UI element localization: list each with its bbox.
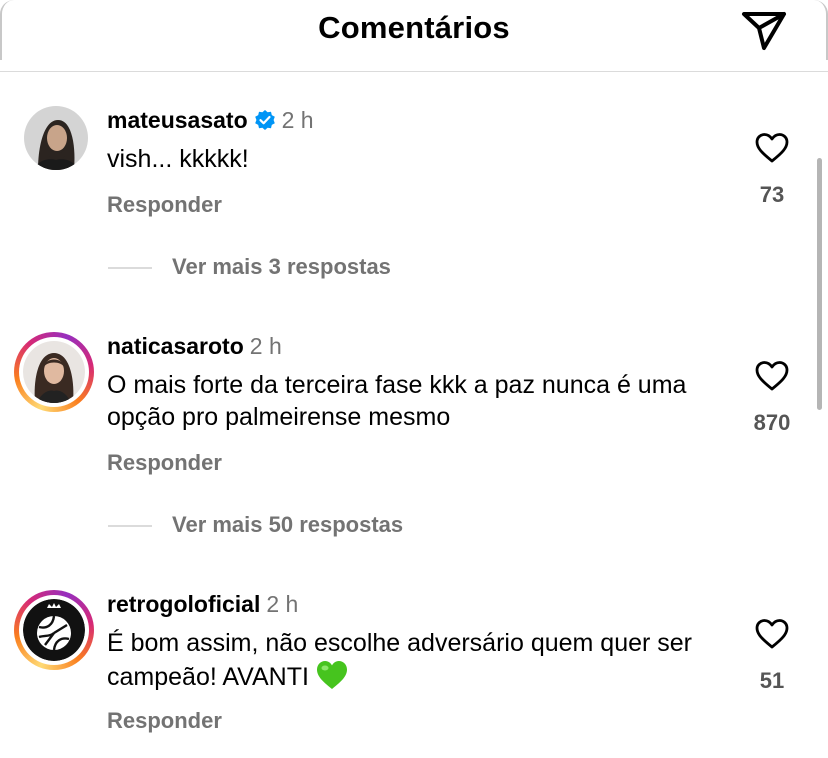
replies-divider (108, 267, 152, 270)
avatar-photo (23, 341, 85, 403)
like-count: 870 (753, 410, 791, 435)
reply-button[interactable]: Responder (107, 450, 222, 476)
username[interactable]: mateusasato (107, 107, 248, 133)
comment-time: 2 h (266, 591, 299, 617)
comment-header: mateusasato 2 h (107, 106, 314, 134)
retrogol-logo (23, 599, 85, 661)
like-heart-icon[interactable] (754, 132, 790, 164)
page-title: Comentários (318, 10, 510, 45)
like-count: 73 (759, 182, 785, 207)
scrollbar[interactable] (817, 158, 822, 410)
avatar[interactable] (14, 104, 94, 184)
like-heart-icon[interactable] (754, 618, 790, 650)
comment-text: É bom assim, não escolhe adversário quem… (107, 627, 727, 693)
view-replies-button[interactable]: Ver mais 3 respostas (108, 254, 391, 280)
verified-badge-icon (254, 110, 275, 130)
avatar[interactable] (14, 332, 94, 412)
like-count: 51 (759, 668, 785, 693)
comment-time: 2 h (249, 333, 282, 359)
comment-text-content: É bom assim, não escolhe adversário quem… (107, 629, 693, 691)
comment-header: naticasaroto 2 h (107, 332, 282, 360)
paper-plane-icon[interactable] (738, 4, 790, 52)
reply-button[interactable]: Responder (107, 192, 222, 218)
view-replies-label: Ver mais 50 respostas (172, 512, 404, 537)
comments-header: Comentários (0, 0, 828, 72)
green-heart-icon (316, 661, 347, 689)
reply-button[interactable]: Responder (107, 708, 222, 734)
avatar[interactable] (14, 590, 94, 670)
username[interactable]: naticasaroto (107, 333, 244, 359)
like-heart-icon[interactable] (754, 360, 790, 392)
comment-text: O mais forte da terceira fase kkk a paz … (107, 371, 687, 431)
replies-divider (108, 525, 152, 528)
comment-text: vish... kkkkk! (107, 145, 249, 173)
view-replies-button[interactable]: Ver mais 50 respostas (108, 512, 403, 538)
comment-time: 2 h (281, 107, 314, 133)
view-replies-label: Ver mais 3 respostas (172, 254, 391, 279)
comment-header: retrogoloficial 2 h (107, 590, 298, 618)
username[interactable]: retrogoloficial (107, 591, 260, 617)
avatar-photo (24, 106, 88, 170)
